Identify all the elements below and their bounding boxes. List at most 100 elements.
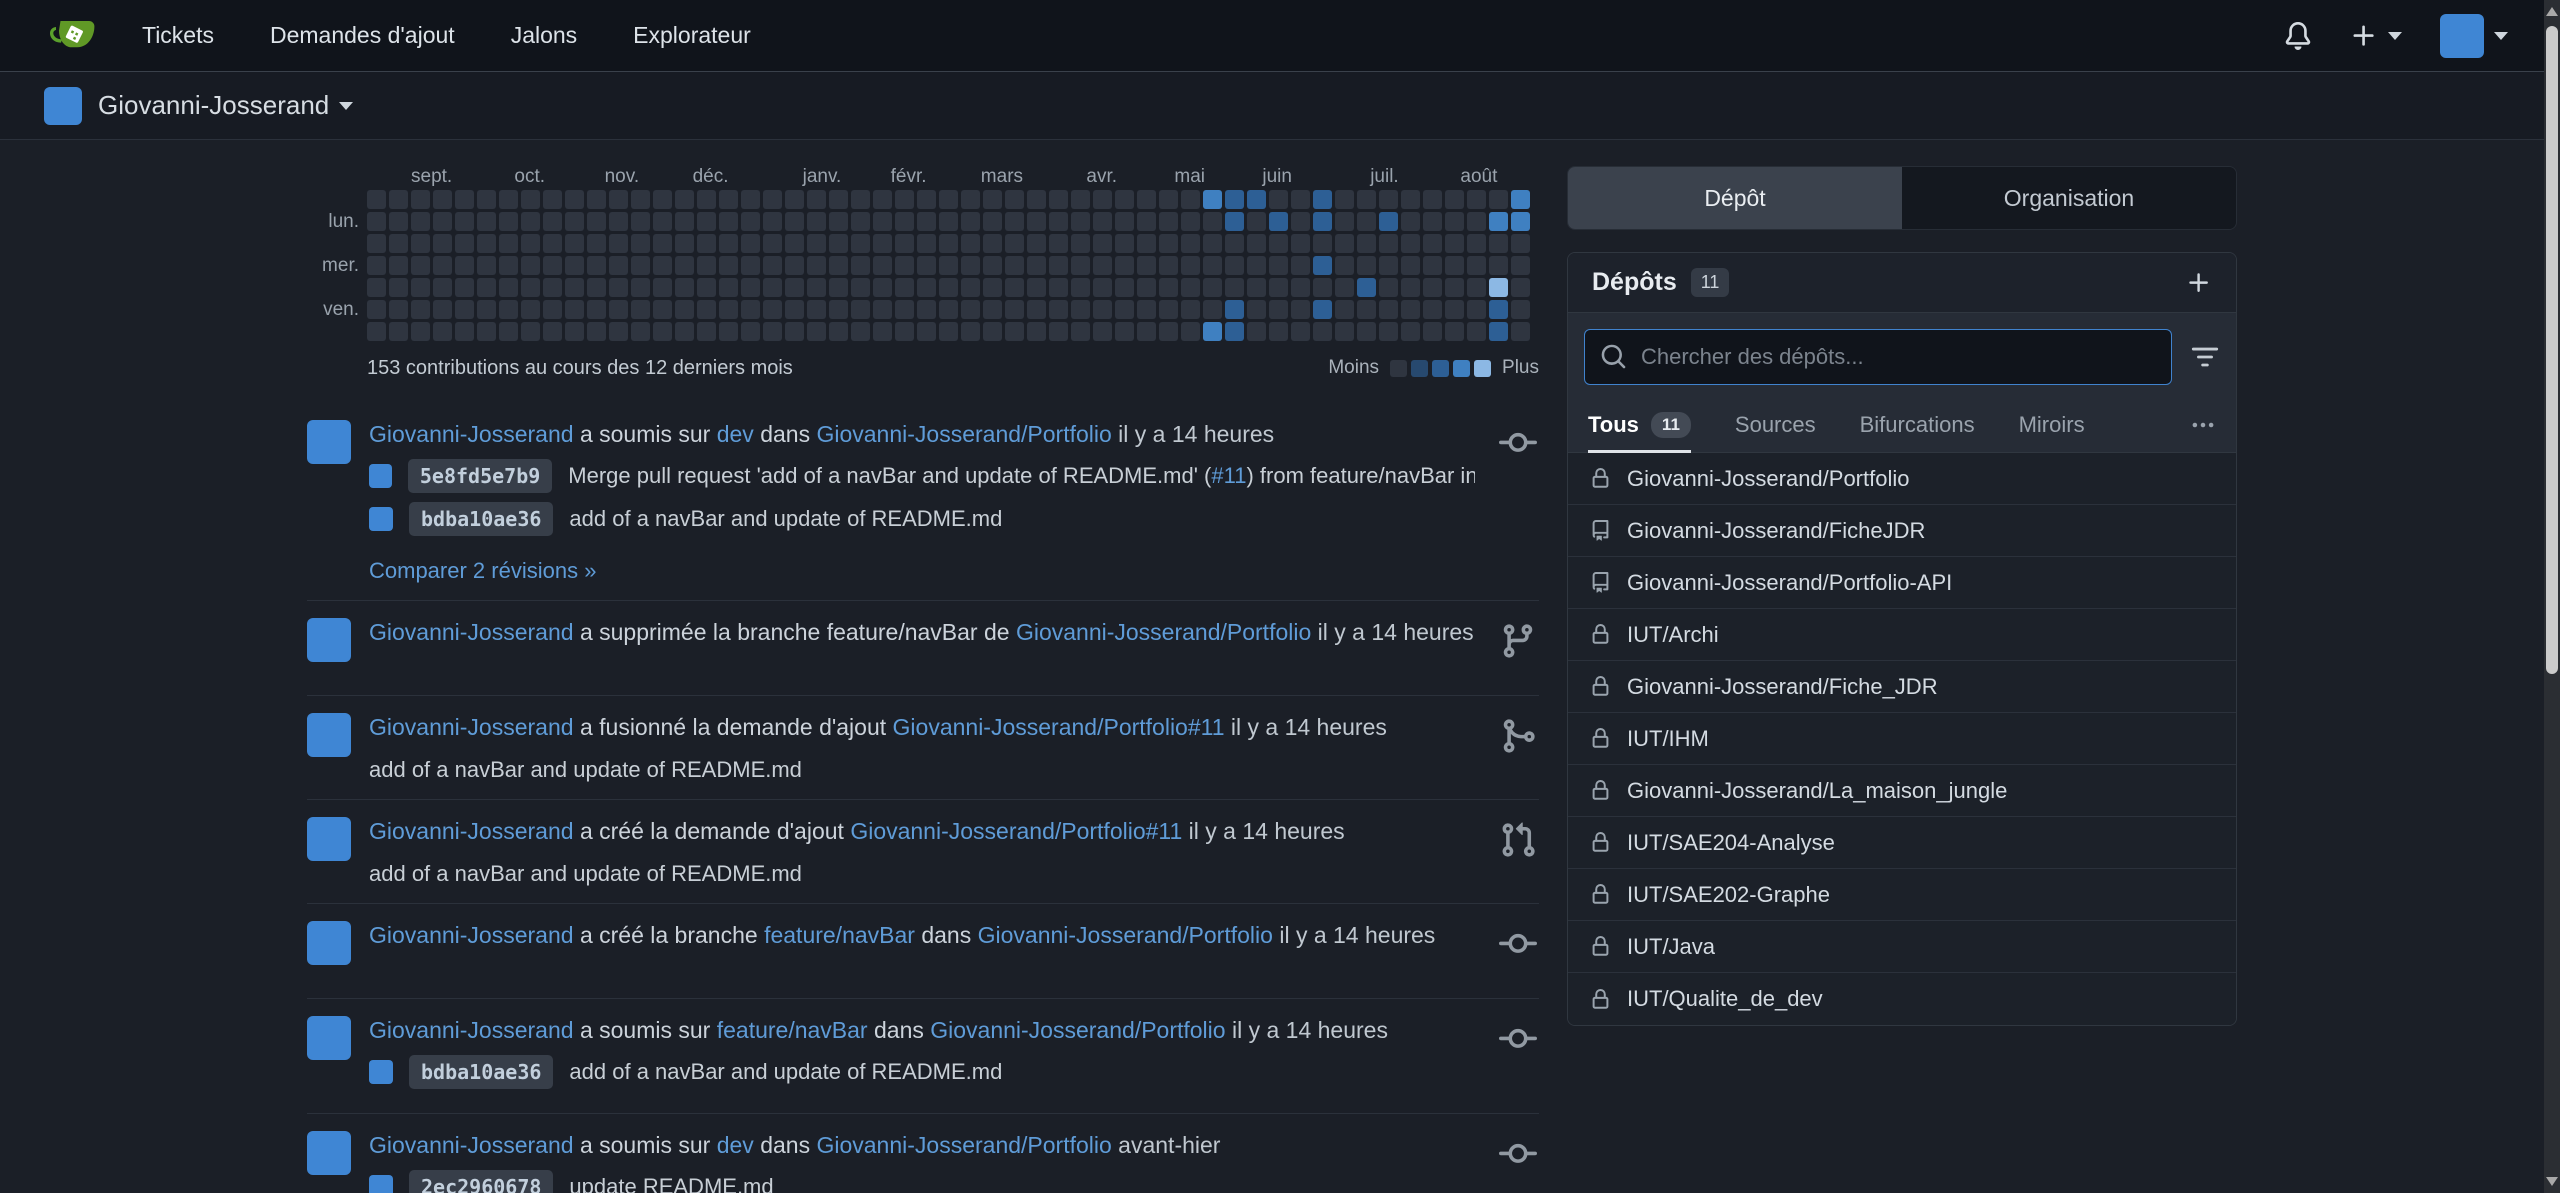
heatmap-cell xyxy=(1269,300,1288,319)
heatmap-cell xyxy=(1511,190,1530,209)
commit-hash[interactable]: bdba10ae36 xyxy=(409,502,553,536)
legend-swatch xyxy=(1453,360,1470,377)
heatmap-cell xyxy=(719,212,738,231)
nav-link-explorateur[interactable]: Explorateur xyxy=(633,22,751,49)
repo-list-item[interactable]: IUT/SAE204-Analyse xyxy=(1568,817,2236,869)
heatmap-cell xyxy=(1401,278,1420,297)
context-user-switcher[interactable]: Giovanni-Josserand xyxy=(98,90,329,121)
repo-search-input[interactable] xyxy=(1584,329,2172,385)
repo-list-item[interactable]: Giovanni-Josserand/FicheJDR xyxy=(1568,505,2236,557)
commit-hash[interactable]: 5e8fd5e7b9 xyxy=(408,459,552,493)
filter-icon[interactable] xyxy=(2190,342,2220,372)
feed-timestamp: il y a 14 heures xyxy=(1311,619,1473,645)
feed-link[interactable]: Giovanni-Josserand xyxy=(369,818,574,844)
heatmap-cell xyxy=(609,256,628,275)
feed-link[interactable]: Giovanni-Josserand/Portfolio xyxy=(816,421,1111,447)
scrollbar-thumb[interactable] xyxy=(2546,26,2558,674)
user-avatar[interactable] xyxy=(307,618,351,662)
feed-link[interactable]: Giovanni-Josserand xyxy=(369,421,574,447)
feed-link[interactable]: Giovanni-Josserand/Portfolio xyxy=(930,1017,1225,1043)
scrollbar-down-arrow[interactable] xyxy=(2546,1177,2558,1186)
feed-link[interactable]: dev xyxy=(717,421,754,447)
feed-link[interactable]: Giovanni-Josserand xyxy=(369,1132,574,1158)
feed-link[interactable]: Giovanni-Josserand xyxy=(369,1017,574,1043)
notifications-bell-icon[interactable] xyxy=(2284,22,2312,50)
nav-link-tickets[interactable]: Tickets xyxy=(142,22,214,49)
commit-hash[interactable]: bdba10ae36 xyxy=(409,1055,553,1089)
nav-link-demandes-d-ajout[interactable]: Demandes d'ajout xyxy=(270,22,455,49)
user-avatar[interactable] xyxy=(307,420,351,464)
repo-list-item[interactable]: Giovanni-Josserand/Fiche_JDR xyxy=(1568,661,2236,713)
heatmap-cell xyxy=(1423,300,1442,319)
feed-link[interactable]: Giovanni-Josserand/Portfolio xyxy=(816,1132,1111,1158)
repo-list-item[interactable]: IUT/Qualite_de_dev xyxy=(1568,973,2236,1025)
heatmap-cell xyxy=(1137,278,1156,297)
feed-link[interactable]: Giovanni-Josserand/Portfolio#11 xyxy=(850,818,1182,844)
user-avatar[interactable] xyxy=(307,713,351,757)
feed-link[interactable]: Giovanni-Josserand/Portfolio xyxy=(978,922,1273,948)
repo-list-item[interactable]: Giovanni-Josserand/La_maison_jungle xyxy=(1568,765,2236,817)
heatmap-cell xyxy=(543,300,562,319)
create-new-button[interactable] xyxy=(2350,22,2402,50)
feed-link[interactable]: feature/navBar xyxy=(717,1017,868,1043)
heatmap-cell xyxy=(719,256,738,275)
heatmap-cell xyxy=(983,212,1002,231)
user-avatar[interactable] xyxy=(307,1016,351,1060)
repo-filter-sources[interactable]: Sources xyxy=(1735,397,1816,453)
feed-link[interactable]: Giovanni-Josserand/Portfolio#11 xyxy=(893,714,1225,740)
heatmap-cell xyxy=(939,300,958,319)
heatmap-cell xyxy=(917,212,936,231)
heatmap-cell xyxy=(1203,322,1222,341)
feed-link[interactable]: feature/navBar xyxy=(764,922,915,948)
feed-link[interactable]: Giovanni-Josserand/Portfolio xyxy=(1016,619,1311,645)
heatmap-cell xyxy=(785,190,804,209)
heatmap-cell xyxy=(807,234,826,253)
page-scrollbar[interactable] xyxy=(2544,0,2560,1193)
user-avatar[interactable] xyxy=(307,817,351,861)
gitea-logo-icon[interactable] xyxy=(50,12,98,60)
heatmap-cell xyxy=(389,212,408,231)
repo-list-item[interactable]: Giovanni-Josserand/Portfolio-API xyxy=(1568,557,2236,609)
heatmap-cell xyxy=(873,234,892,253)
repo-list-item[interactable]: IUT/Java xyxy=(1568,921,2236,973)
user-avatar[interactable] xyxy=(307,1131,351,1175)
panel-title: Dépôts xyxy=(1592,268,1677,297)
user-avatar[interactable] xyxy=(307,921,351,965)
heatmap-cell xyxy=(983,322,1002,341)
feed-link[interactable]: Giovanni-Josserand xyxy=(369,922,574,948)
heatmap-cell xyxy=(1291,278,1310,297)
user-avatar[interactable] xyxy=(2440,14,2484,58)
tab-organisation[interactable]: Organisation xyxy=(1902,167,2236,229)
heatmap-cell xyxy=(1379,212,1398,231)
repo-list-item[interactable]: Giovanni-Josserand/Portfolio xyxy=(1568,453,2236,505)
heatmap-cell xyxy=(1291,190,1310,209)
heatmap-cell xyxy=(697,322,716,341)
heatmap-cell xyxy=(543,322,562,341)
heatmap-cell xyxy=(873,256,892,275)
repo-filter-bifurcations[interactable]: Bifurcations xyxy=(1860,397,1975,453)
heatmap-cell xyxy=(389,256,408,275)
heatmap-cell xyxy=(763,300,782,319)
compare-revisions-link[interactable]: Comparer 2 révisions » xyxy=(369,558,596,584)
commit-hash[interactable]: 2ec2960678 xyxy=(409,1170,553,1193)
repo-list-item[interactable]: IUT/IHM xyxy=(1568,713,2236,765)
heatmap-cell xyxy=(499,278,518,297)
feed-link[interactable]: Giovanni-Josserand xyxy=(369,619,574,645)
repo-list-item[interactable]: IUT/Archi xyxy=(1568,609,2236,661)
chevron-down-icon[interactable] xyxy=(339,102,353,110)
repo-filter-miroirs[interactable]: Miroirs xyxy=(2019,397,2085,453)
nav-link-jalons[interactable]: Jalons xyxy=(511,22,577,49)
feed-link[interactable]: Giovanni-Josserand xyxy=(369,714,574,740)
profile-menu[interactable] xyxy=(2440,14,2508,58)
repo-filter-tous[interactable]: Tous11 xyxy=(1588,397,1691,453)
heatmap-cell xyxy=(1181,300,1200,319)
scrollbar-up-arrow[interactable] xyxy=(2546,7,2558,16)
kebab-menu-icon[interactable] xyxy=(2190,412,2216,438)
tab-depot[interactable]: Dépôt xyxy=(1568,167,1902,229)
feed-link[interactable]: dev xyxy=(717,1132,754,1158)
new-repo-button[interactable] xyxy=(2186,270,2212,296)
feed-entry-header: Giovanni-Josserand a soumis sur feature/… xyxy=(369,1014,1475,1046)
repo-list-item[interactable]: IUT/SAE202-Graphe xyxy=(1568,869,2236,921)
feed-link[interactable]: #11 xyxy=(1211,463,1246,488)
heatmap-cell xyxy=(433,256,452,275)
